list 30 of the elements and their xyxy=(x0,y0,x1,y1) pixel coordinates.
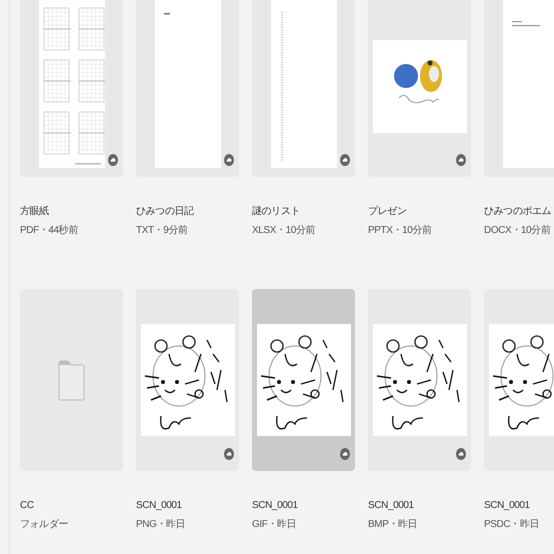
file-details: フォルダー xyxy=(20,519,70,531)
file-thumbnail[interactable] xyxy=(136,289,239,471)
folder-icon xyxy=(58,360,85,400)
file-details: XLSX・10分前 xyxy=(252,225,316,237)
file-thumbnail[interactable] xyxy=(252,289,355,471)
file-details: PNG・昨日 xyxy=(136,519,186,531)
file-thumbnail[interactable] xyxy=(20,289,123,471)
file-name: プレゼン xyxy=(368,205,408,219)
file-thumbnail[interactable] xyxy=(20,0,123,177)
file-name: ひみつの日記 xyxy=(136,205,195,219)
file-name: SCN_0001 xyxy=(484,499,531,513)
file-name: 謎のリスト xyxy=(252,205,302,219)
file-details: PPTX・10分前 xyxy=(368,225,433,237)
file-thumbnail[interactable] xyxy=(252,0,355,177)
file-details: DOCX・10分前 xyxy=(484,225,552,237)
file-details: TXT・9分前 xyxy=(136,225,189,237)
file-details: PSDC・昨日 xyxy=(484,519,540,531)
file-name: SCN_0001 xyxy=(252,499,299,513)
page-text-drawing xyxy=(512,21,540,27)
file-thumbnail[interactable] xyxy=(136,0,239,177)
file-name: CC xyxy=(20,499,35,513)
file-details: BMP・昨日 xyxy=(368,519,418,531)
file-thumbnail[interactable] xyxy=(368,0,471,177)
file-name: SCN_0001 xyxy=(368,499,415,513)
file-details: GIF・昨日 xyxy=(252,519,298,531)
file-name: ひみつのポエム xyxy=(484,205,552,219)
file-name: 方眼紙 xyxy=(20,205,50,219)
file-name: SCN_0001 xyxy=(136,499,183,513)
file-thumbnail[interactable] xyxy=(368,289,471,471)
file-details: PDF・44秒前 xyxy=(20,225,79,237)
